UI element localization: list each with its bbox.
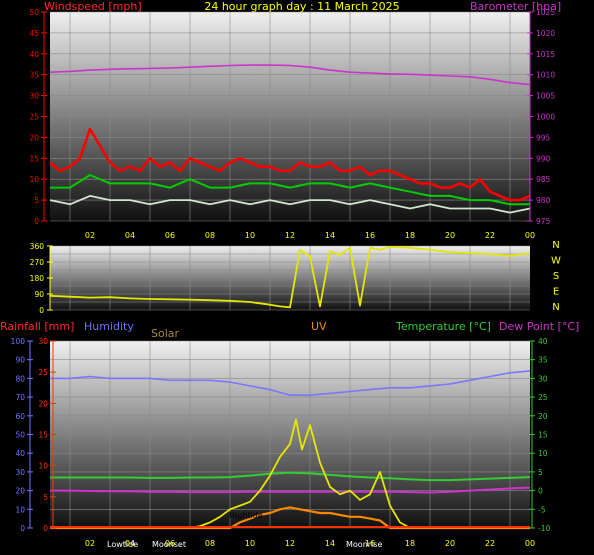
wind-direction-panel: 090180270360 NWSEN: [30, 240, 561, 315]
windspeed-tick-label: 20: [29, 133, 39, 142]
wind-x-tick-label: 16: [365, 231, 375, 240]
wind-x-tick-label: 10: [245, 231, 255, 240]
temp-x-tick-label: 08: [205, 539, 215, 548]
wind-x-tick-label: 06: [165, 231, 175, 240]
rainfall-legend-label: Rainfall [mm]: [0, 320, 74, 333]
windspeed-tick-label: 5: [34, 196, 39, 205]
barometer-tick-label: 1005: [536, 92, 555, 101]
annotation-lowtide: Lowtide: [107, 540, 138, 549]
wind-x-tick-label: 20: [445, 231, 455, 240]
temp-x-tick-label: 14: [325, 539, 335, 548]
barometer-tick-label: 1015: [536, 50, 555, 59]
rainfall-tick-label: 30: [38, 337, 48, 346]
windspeed-tick-label: 45: [29, 29, 39, 38]
barometer-tick-label: 990: [536, 154, 551, 163]
rainfall-tick-label: 5: [43, 493, 48, 502]
compass-label: N: [552, 302, 559, 313]
barometer-tick-label: 1025: [536, 8, 555, 17]
temp-x-tick-label: 02: [85, 539, 95, 548]
windspeed-tick-label: 25: [29, 113, 39, 122]
direction-tick-label: 90: [34, 290, 44, 299]
temp-x-tick-label: 10: [245, 539, 255, 548]
barometer-tick-label: 1000: [536, 113, 555, 122]
rainfall-tick-label: 10: [38, 462, 48, 471]
direction-tick-label: 180: [30, 274, 45, 283]
humidity-tick-label: 10: [15, 505, 25, 514]
temperature-legend-label: Temperature [°C]: [395, 320, 491, 333]
annotation-moonset: Moonset: [152, 540, 186, 549]
rainfall-tick-label: 25: [38, 368, 48, 377]
direction-tick-label: 360: [30, 242, 45, 251]
humidity-tick-label: 0: [20, 524, 25, 533]
windspeed-tick-label: 30: [29, 92, 39, 101]
wind-barometer-panel: 0510152025303540455097598098599099510001…: [29, 8, 555, 240]
wind-x-tick-label: 02: [85, 231, 95, 240]
humidity-tick-label: 70: [15, 393, 25, 402]
compass-label: N: [552, 240, 559, 251]
wind-x-tick-label: 08: [205, 231, 215, 240]
windspeed-tick-label: 0: [34, 217, 39, 226]
barometer-tick-label: 995: [536, 133, 551, 142]
temperature-tick-label: 25: [538, 393, 548, 402]
temp-x-tick-label: 22: [485, 539, 495, 548]
rainfall-tick-label: 20: [38, 399, 48, 408]
humidity-tick-label: 50: [15, 431, 25, 440]
windspeed-tick-label: 10: [29, 175, 39, 184]
windspeed-tick-label: 15: [29, 154, 39, 163]
chart-title: 24 hour graph day : 11 March 2025: [204, 0, 399, 13]
humidity-tick-label: 80: [15, 374, 25, 383]
wind-x-tick-label: 00: [525, 231, 535, 240]
solar-legend-label: Solar: [151, 327, 180, 340]
temp-x-tick-label: 12: [285, 539, 295, 548]
temp-x-tick-label: 18: [405, 539, 415, 548]
temperature-tick-label: -10: [538, 524, 550, 533]
barometer-tick-label: 985: [536, 175, 551, 184]
compass-label: E: [553, 287, 559, 298]
humidity-tick-label: 90: [15, 356, 25, 365]
wind-x-tick-label: 22: [485, 231, 495, 240]
windspeed-tick-label: 35: [29, 71, 39, 80]
humidity-tick-label: 20: [15, 487, 25, 496]
barometer-tick-label: 975: [536, 217, 551, 226]
humidity-tick-label: 30: [15, 468, 25, 477]
wind-x-tick-label: 12: [285, 231, 295, 240]
temperature-tick-label: 20: [538, 412, 548, 421]
wind-x-tick-label: 04: [125, 231, 135, 240]
annotation-moonrise: Moonrise: [346, 540, 382, 549]
temperature-tick-label: 40: [538, 337, 548, 346]
temperature-tick-label: 15: [538, 431, 548, 440]
temperature-tick-label: 5: [538, 468, 543, 477]
windspeed-tick-label: 50: [29, 8, 39, 17]
windspeed-tick-label: 40: [29, 50, 39, 59]
wind-x-tick-label: 18: [405, 231, 415, 240]
rainfall-tick-label: 0: [43, 524, 48, 533]
barometer-tick-label: 980: [536, 196, 551, 205]
humidity-tick-label: 100: [11, 337, 26, 346]
compass-label: S: [553, 271, 559, 282]
temperature-tick-label: 30: [538, 374, 548, 383]
direction-tick-label: 0: [39, 306, 44, 315]
rainfall-tick-label: 15: [38, 431, 48, 440]
wind-x-tick-label: 14: [325, 231, 335, 240]
windspeed-axis-label: Windspeed [mph]: [44, 0, 142, 13]
uv-legend-label: UV: [311, 320, 327, 333]
temperature-humidity-solar-panel: 0102030405060708090100051015202530-10-50…: [11, 337, 551, 548]
temperature-tick-label: 35: [538, 356, 548, 365]
humidity-tick-label: 40: [15, 449, 25, 458]
barometer-tick-label: 1010: [536, 71, 555, 80]
temp-x-tick-label: 20: [445, 539, 455, 548]
temp-x-tick-label: 00: [525, 539, 535, 548]
weather-graph-canvas: 24 hour graph day : 11 March 2025 Windsp…: [0, 0, 579, 549]
temperature-tick-label: 0: [538, 487, 543, 496]
temperature-tick-label: 10: [538, 449, 548, 458]
compass-label: W: [551, 256, 561, 267]
humidity-legend-label: Humidity: [84, 320, 134, 333]
barometer-tick-label: 1020: [536, 29, 555, 38]
temperature-tick-label: -5: [538, 505, 546, 514]
annotation-hightide: Hightide: [229, 511, 263, 520]
direction-tick-label: 270: [30, 258, 45, 267]
humidity-tick-label: 60: [15, 412, 25, 421]
dewpoint-legend-label: Dew Point [°C]: [499, 320, 579, 333]
